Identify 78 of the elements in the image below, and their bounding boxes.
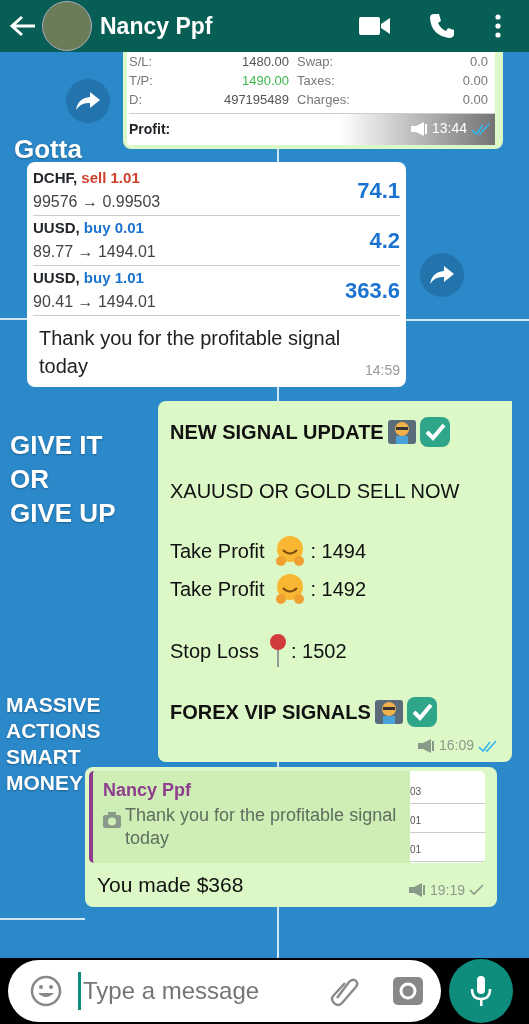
field-value: 0.00 <box>461 72 488 90</box>
microphone-icon <box>470 976 492 1006</box>
forward-button[interactable] <box>420 252 464 297</box>
message-text: XAUUSD OR GOLD SELL NOW <box>170 479 460 504</box>
avatar-photo-placeholder[interactable] <box>42 1 92 51</box>
message-text: FOREX VIP SIGNALS <box>170 700 371 725</box>
wallpaper-text: GIVE UP <box>10 500 116 526</box>
hugging-face-emoji-icon <box>274 573 307 605</box>
teacher-emoji-icon <box>387 418 416 446</box>
profit-label: Profit: <box>129 120 171 139</box>
message-text: : 1492 <box>310 577 367 602</box>
thumbnail-text: 01 <box>410 804 485 833</box>
back-icon[interactable] <box>10 15 36 37</box>
trade-profit: 363.6 <box>344 277 400 305</box>
thumbnail-text: 01 <box>410 833 485 862</box>
field-value: 497195489 <box>222 91 289 109</box>
field-value: 1480.00 <box>241 53 289 71</box>
teacher-emoji-icon <box>374 698 403 726</box>
message-time: 16:09 <box>438 736 474 755</box>
megaphone-icon <box>407 882 426 898</box>
field-value: 0.0 <box>468 53 488 71</box>
trade-title: UUSD, buy 1.01 <box>33 268 145 289</box>
message-text: Stop Loss <box>170 639 259 664</box>
quoted-author: Nancy Ppf <box>103 779 193 802</box>
message-composer[interactable]: Type a message <box>8 960 441 1022</box>
wallpaper-text: OR <box>10 466 49 492</box>
trade-prices: 89.77 → 1494.01 <box>33 241 157 262</box>
hugging-face-emoji-icon <box>274 535 307 567</box>
field-label: T/P: <box>129 72 154 90</box>
pushpin-emoji-icon <box>268 634 287 668</box>
field-label: Taxes: <box>297 72 336 90</box>
contact-name[interactable]: Nancy Ppf <box>100 8 213 44</box>
quoted-message[interactable]: Nancy Ppf Thank you for the profitable signal today 03 01 01 <box>89 771 485 863</box>
message-time: 14:59 <box>364 361 400 380</box>
field-value: 0.00 <box>461 91 488 109</box>
thumbnail-text: 03 <box>410 775 485 804</box>
camera-icon[interactable] <box>393 977 423 1005</box>
message-text: : 1494 <box>310 539 367 564</box>
forward-icon <box>76 91 100 110</box>
field-label: Charges: <box>297 91 351 109</box>
camera-icon <box>103 812 121 828</box>
wallpaper-text: MONEY <box>6 772 83 793</box>
megaphone-icon <box>409 120 428 137</box>
field-label: Swap: <box>297 53 335 71</box>
wallpaper-text: MASSIVE <box>6 694 101 715</box>
message-text: You made $368 <box>96 872 244 898</box>
field-label: S/L: <box>129 53 154 71</box>
forward-icon <box>430 265 454 284</box>
message-text: Take Profit <box>170 539 265 564</box>
check-emoji-icon <box>419 417 450 447</box>
wallpaper-text: GIVE IT <box>10 432 103 458</box>
wallpaper-text: ACTIONS <box>6 720 101 741</box>
wallpaper-text: Gotta <box>14 136 82 162</box>
message-text: Thank you for the profitable signal today <box>39 326 342 379</box>
trade-profit: 4.2 <box>369 227 400 255</box>
forward-button[interactable] <box>66 78 110 123</box>
message-text: : 1502 <box>290 639 347 664</box>
megaphone-icon <box>416 737 435 754</box>
message-time: 13:44 <box>431 119 467 138</box>
trade-title: UUSD, buy 0.01 <box>33 218 145 239</box>
more-options-icon[interactable] <box>495 14 501 38</box>
trade-prices: 90.41 → 1494.01 <box>33 291 157 312</box>
video-call-icon[interactable] <box>359 15 391 37</box>
quoted-text: Thank you for the profitable signal today <box>125 804 398 850</box>
voice-message-button[interactable] <box>449 959 513 1023</box>
field-label: D: <box>129 91 143 109</box>
message-time: 19:19 <box>429 880 465 900</box>
trade-title: DCHF, sell 1.01 <box>33 168 141 189</box>
message-text: NEW SIGNAL UPDATE <box>170 420 384 445</box>
phone-icon[interactable] <box>429 13 455 39</box>
message-text: Take Profit <box>170 577 265 602</box>
field-value: 1490.00 <box>241 72 289 90</box>
attachment-icon[interactable] <box>329 976 359 1006</box>
wallpaper-text: SMART <box>6 746 81 767</box>
trade-profit: 74.1 <box>357 177 400 205</box>
emoji-icon[interactable] <box>30 975 62 1007</box>
check-emoji-icon <box>406 697 437 727</box>
trade-prices: 99576 → 0.99503 <box>33 191 162 212</box>
